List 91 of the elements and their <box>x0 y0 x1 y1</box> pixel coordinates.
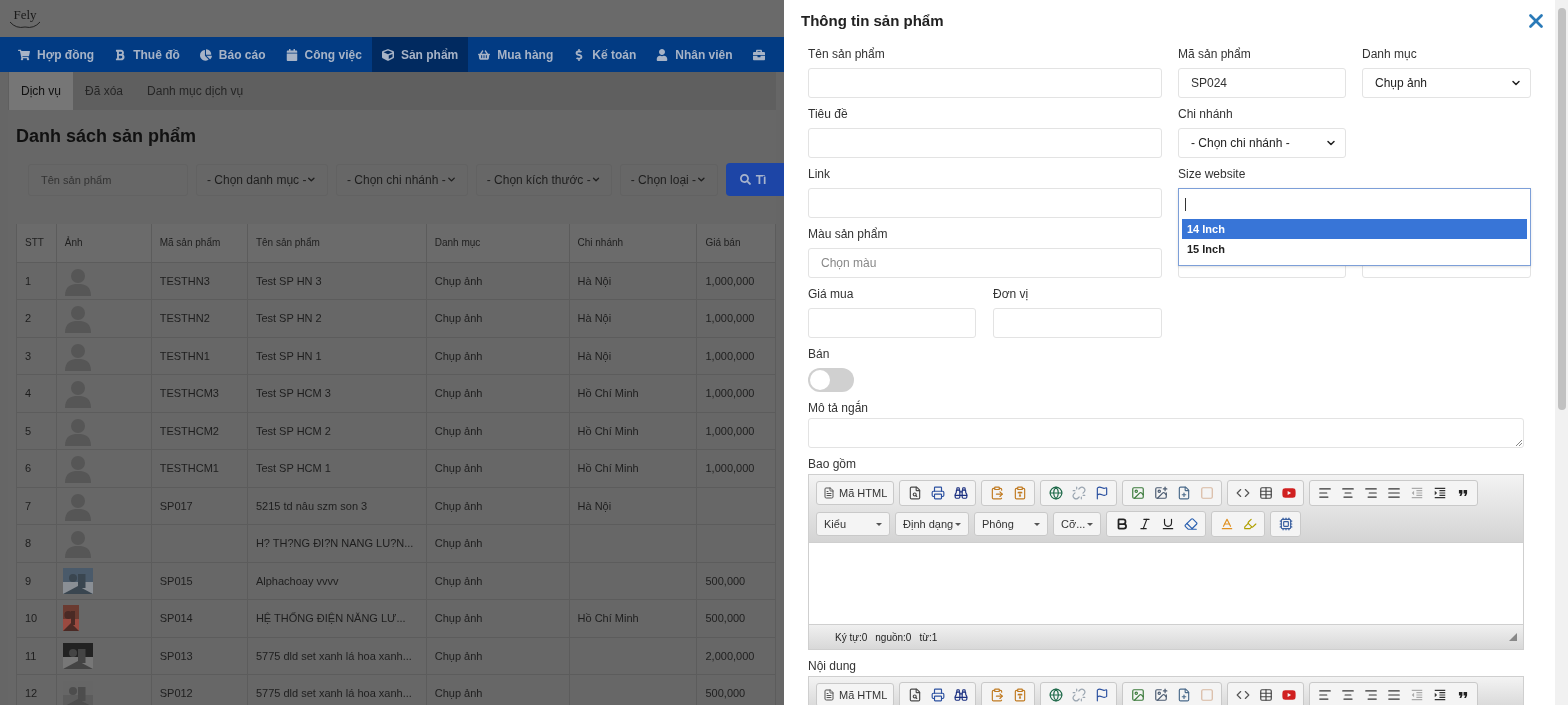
table-cell: 11 <box>16 637 57 675</box>
table-cell: 1,000,000 <box>696 449 776 487</box>
field-label: Tên sản phẩm <box>808 47 886 61</box>
table-cell: 1,000,000 <box>696 374 776 412</box>
table-cell: Chụp ảnh <box>426 487 569 525</box>
field-label: Bao gồm <box>808 457 858 471</box>
table-cell: Chụp ảnh <box>426 562 569 600</box>
status-text: từ:1 <box>919 630 938 645</box>
table-cell: Hà Nội <box>569 299 697 337</box>
table-cell: 8 <box>16 524 57 562</box>
column-header: STT <box>16 224 57 262</box>
table-cell: 5775 dld set xanh lá hoa xanh... <box>247 637 427 675</box>
field-label: Mã sản phẩm <box>1178 47 1252 61</box>
table-cell: Hà Nội <box>569 337 697 375</box>
page-title: Danh sách sản phẩm <box>16 125 198 147</box>
table-cell: 1,000,000 <box>696 412 776 450</box>
table-cell: Test SP HCM 3 <box>247 374 427 412</box>
table-cell: 500,000 <box>696 599 776 637</box>
field-label: Tiêu đề <box>808 107 849 121</box>
table-cell: SP015 <box>151 562 248 600</box>
field-label: Chi nhánh <box>1178 107 1234 121</box>
table-cell: 500,000 <box>696 562 776 600</box>
table-cell: Test SP HN 1 <box>247 337 427 375</box>
table-cell: Chụp ảnh <box>426 524 569 562</box>
table-cell: 4 <box>16 374 57 412</box>
field-label: Link <box>808 167 831 181</box>
table-cell: Alphachoay vvvv <box>247 562 427 600</box>
table-cell: Chụp ảnh <box>426 674 569 705</box>
field-label: Danh mục <box>1362 47 1418 61</box>
table-cell: HỆ THỐNG ĐIỆN NĂNG LƯ... <box>247 599 427 637</box>
table-cell: 9 <box>16 562 57 600</box>
column-header: Mã sản phẩm <box>151 224 248 262</box>
table-cell: 2,000,000 <box>696 637 776 675</box>
table-cell: SP013 <box>151 637 248 675</box>
table-cell: Hồ Chí Minh <box>569 449 697 487</box>
table-cell: Chụp ảnh <box>426 449 569 487</box>
table-cell: 5215 td nâu szm son 3 <box>247 487 427 525</box>
table-cell: 5 <box>16 412 57 450</box>
table-cell: Chụp ảnh <box>426 637 569 675</box>
field-label: Đơn vị <box>993 287 1030 301</box>
table-cell: TESTHN1 <box>151 337 248 375</box>
status-text: nguồn:0 <box>875 630 912 645</box>
table-cell: Chụp ảnh <box>426 337 569 375</box>
table-cell: 10 <box>16 599 57 637</box>
table-cell: Chụp ảnh <box>426 262 569 300</box>
table-cell: 1 <box>16 262 57 300</box>
table-cell: 2 <box>16 299 57 337</box>
table-cell: 1,000,000 <box>696 299 776 337</box>
table-cell: Chụp ảnh <box>426 599 569 637</box>
table-cell: Test SP HCM 1 <box>247 449 427 487</box>
table-cell: SP014 <box>151 599 248 637</box>
table-cell: Hồ Chí Minh <box>569 374 697 412</box>
table-cell: H? TH?NG ÐI?N NANG LU?N... <box>247 524 427 562</box>
drawer-title: Thông tin sản phẩm <box>801 10 944 31</box>
field-label: Giá mua <box>808 287 855 301</box>
table-cell: Hồ Chí Minh <box>569 599 697 637</box>
table-cell: TESTHN3 <box>151 262 248 300</box>
table-cell: 3 <box>16 337 57 375</box>
column-header: Giá bán <box>696 224 776 262</box>
field-label: Màu sản phẩm <box>808 227 889 241</box>
table-cell: Test SP HCM 2 <box>247 412 427 450</box>
table-cell: 7 <box>16 487 57 525</box>
table-cell: Test SP HN 3 <box>247 262 427 300</box>
table-cell: Hồ Chí Minh <box>569 412 697 450</box>
table-cell: 12 <box>16 674 57 705</box>
column-header: Ảnh <box>56 224 152 262</box>
table-cell: SP012 <box>151 674 248 705</box>
field-label: Size website <box>1178 167 1247 181</box>
field-label: Bán <box>808 347 831 361</box>
column-header: Tên sản phẩm <box>247 224 427 262</box>
status-text: Ký tự:0 <box>835 630 868 645</box>
table-cell: Chụp ảnh <box>426 374 569 412</box>
table-cell: Hà Nội <box>569 487 697 525</box>
table-cell: Hà Nội <box>569 262 697 300</box>
table-cell: Test SP HN 2 <box>247 299 427 337</box>
table-cell: 500,000 <box>696 674 776 705</box>
table-cell: TESTHN2 <box>151 299 248 337</box>
table-cell: 1,000,000 <box>696 262 776 300</box>
table-cell: TESTHCM3 <box>151 374 248 412</box>
table-cell: 5775 dld set xanh lá hoa xanh... <box>247 674 427 705</box>
field-label: Nội dung <box>808 659 858 673</box>
column-header: Chi nhánh <box>569 224 697 262</box>
table-cell: Chụp ảnh <box>426 412 569 450</box>
table-cell: SP017 <box>151 487 248 525</box>
field-label: Mô tả ngắn <box>808 401 870 415</box>
table-cell: TESTHCM2 <box>151 412 248 450</box>
table-cell: Chụp ảnh <box>426 299 569 337</box>
column-header: Danh mục <box>426 224 569 262</box>
table-cell: 6 <box>16 449 57 487</box>
table-cell: TESTHCM1 <box>151 449 248 487</box>
table-cell: 1,000,000 <box>696 337 776 375</box>
